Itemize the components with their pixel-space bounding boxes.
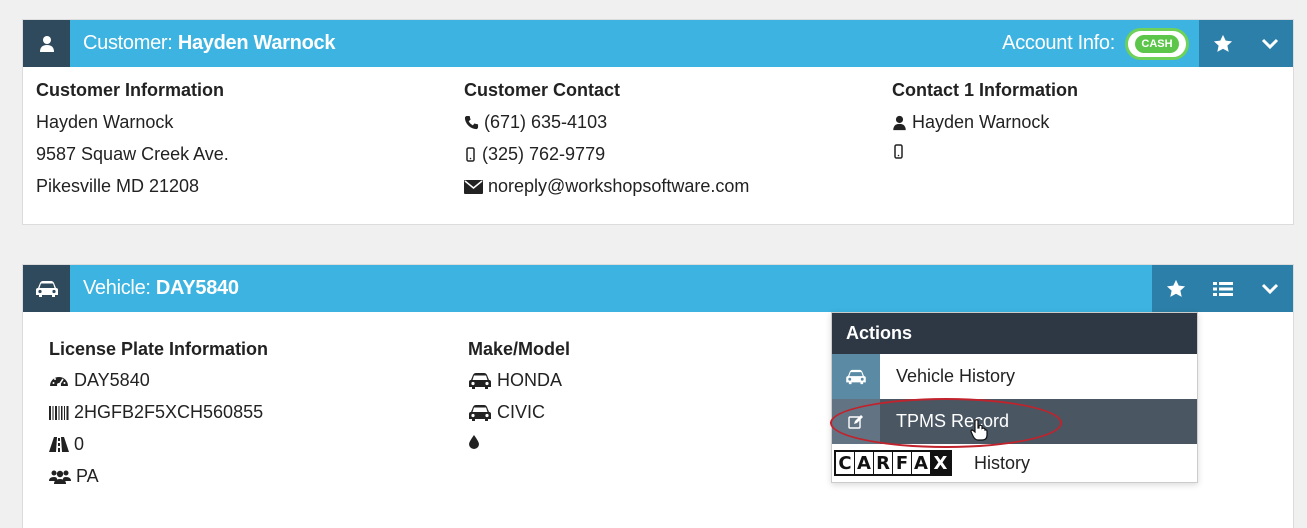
menu-item-label: TPMS Record: [896, 411, 1010, 431]
customer-name: Hayden Warnock: [36, 112, 174, 132]
phone-line[interactable]: (671) 635-4103: [464, 112, 749, 133]
plate-line: DAY5840: [49, 370, 268, 391]
contact1-mobile-line: [892, 144, 1078, 159]
customer-mobile: (325) 762-9779: [482, 144, 606, 164]
droplet-icon: [468, 434, 480, 449]
hand-cursor-icon: [970, 419, 988, 446]
car-icon: [832, 354, 880, 399]
chevron-down-icon: [1261, 38, 1278, 49]
car-icon: [23, 265, 70, 312]
customer-panel: Customer: Hayden Warnock Account Info: C…: [22, 19, 1294, 225]
road-icon: [49, 437, 69, 452]
dashboard-icon: [49, 373, 69, 388]
cash-badge[interactable]: CASH: [1125, 27, 1189, 60]
vehicle-model: CIVIC: [497, 402, 546, 422]
vehicle-actions-button[interactable]: [1199, 265, 1246, 312]
menu-item-label: History: [974, 452, 1031, 473]
make-line: HONDA: [468, 370, 570, 391]
email-line[interactable]: noreply@workshopsoftware.com: [464, 176, 749, 197]
customer-email: noreply@workshopsoftware.com: [488, 176, 750, 196]
state-line: PA: [49, 466, 268, 487]
customer-collapse-button[interactable]: [1246, 20, 1293, 67]
vin-line: 2HGFB2F5XCH560855: [49, 402, 268, 423]
vin-number: 2HGFB2F5XCH560855: [74, 402, 264, 422]
mobile-icon: [464, 147, 477, 162]
account-info-label: Account Info:: [1002, 32, 1115, 54]
customer-contact-column: Customer Contact (671) 635-4103 (325) 76…: [464, 80, 749, 197]
plate-number: DAY5840: [74, 370, 150, 390]
carfax-logo: C A R F A X: [834, 450, 952, 476]
make-model-title: Make/Model: [468, 339, 571, 359]
vehicle-favorite-button[interactable]: [1152, 265, 1199, 312]
vehicle-make: HONDA: [497, 370, 563, 390]
model-line: CIVIC: [468, 402, 570, 423]
contact1-name-line: Hayden Warnock: [892, 112, 1078, 133]
list-icon: [1212, 281, 1233, 296]
odometer-line: 0: [49, 434, 268, 455]
make-model-column: Make/Model HONDA CIVIC: [468, 339, 570, 449]
customer-panel-header: Customer: Hayden Warnock Account Info: C…: [23, 20, 1293, 67]
edit-icon: [832, 399, 880, 444]
chevron-down-icon: [1261, 283, 1278, 294]
contact1-column: Contact 1 Information Hayden Warnock: [892, 80, 1078, 159]
plate-info-title: License Plate Information: [49, 339, 269, 359]
customer-name-title: Hayden Warnock: [177, 32, 336, 54]
star-icon: [1166, 279, 1185, 297]
vehicle-panel-header: Vehicle: DAY5840: [23, 265, 1293, 312]
plate-info-column: License Plate Information DAY5840 2HGFB2…: [49, 339, 268, 487]
customer-favorite-button[interactable]: [1199, 20, 1246, 67]
car-icon: [468, 404, 492, 422]
customer-city: Pikesville MD 21208: [36, 176, 200, 196]
car-icon: [468, 372, 492, 390]
envelope-icon: [464, 179, 483, 194]
menu-item-carfax-history[interactable]: C A R F A X History: [832, 444, 1197, 482]
customer-street: 9587 Squaw Creek Ave.: [36, 144, 229, 164]
mobile-line[interactable]: (325) 762-9779: [464, 144, 749, 165]
users-icon: [49, 469, 71, 484]
vehicle-collapse-button[interactable]: [1246, 265, 1293, 312]
star-icon: [1213, 34, 1232, 52]
phone-icon: [464, 115, 479, 130]
vehicle-title: Vehicle: DAY5840: [83, 277, 239, 299]
state-value: PA: [76, 466, 99, 486]
customer-contact-title: Customer Contact: [464, 80, 621, 100]
customer-title: Customer: Hayden Warnock: [83, 32, 336, 54]
barcode-icon: [49, 405, 69, 420]
menu-item-label: Vehicle History: [896, 366, 1016, 386]
customer-info-title: Customer Information: [36, 80, 225, 100]
user-icon: [23, 20, 70, 67]
mobile-icon: [892, 144, 905, 159]
contact1-name: Hayden Warnock: [912, 112, 1050, 132]
fuel-line: [468, 434, 570, 449]
odometer-value: 0: [74, 434, 85, 454]
contact1-title: Contact 1 Information: [892, 80, 1079, 100]
customer-phone: (671) 635-4103: [484, 112, 608, 132]
customer-info-column: Customer Information Hayden Warnock 9587…: [36, 80, 229, 197]
menu-item-tpms-record[interactable]: TPMS Record: [832, 399, 1197, 444]
vehicle-plate-title: DAY5840: [155, 277, 239, 299]
menu-item-vehicle-history[interactable]: Vehicle History: [832, 354, 1197, 399]
user-icon: [892, 115, 907, 131]
actions-title: Actions: [832, 313, 1197, 354]
actions-dropdown: Actions Vehicle History TPMS Record C A …: [831, 312, 1198, 483]
